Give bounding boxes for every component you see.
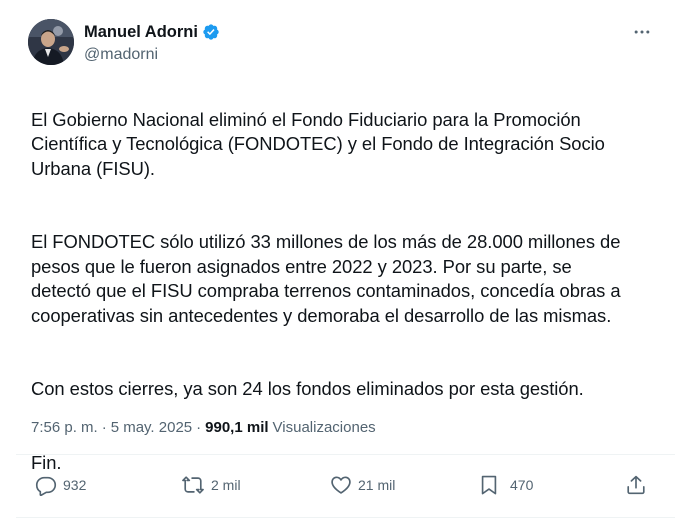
bookmark-count: 470: [510, 477, 534, 493]
tweet-date[interactable]: 5 may. 2025: [111, 418, 192, 438]
tweet-paragraph: Con estos cierres, ya son 24 los fondos …: [31, 378, 584, 399]
views-count: 990,1 mil: [205, 419, 269, 436]
divider: [16, 454, 675, 455]
tweet-paragraph: El FONDOTEC sólo utilizó 33 millones de …: [31, 231, 621, 326]
more-button[interactable]: [628, 22, 656, 42]
like-button[interactable]: 21 mil: [330, 474, 395, 496]
verified-badge-icon: [202, 23, 220, 41]
views-label: Visualizaciones: [272, 419, 376, 436]
author-name[interactable]: Manuel Adorni: [84, 22, 198, 42]
tweet-meta: 7:56 p. m. · 5 may. 2025 · 990,1 mil Vis…: [31, 418, 376, 438]
meta-separator: ·: [101, 419, 107, 436]
reply-count: 932: [63, 477, 87, 493]
repost-count: 2 mil: [211, 477, 241, 493]
more-icon: [634, 30, 650, 34]
author-handle[interactable]: @madorni: [84, 45, 158, 65]
bookmark-button[interactable]: 470: [478, 474, 533, 496]
author-name-row[interactable]: Manuel Adorni: [84, 22, 220, 42]
tweet-paragraph: El Gobierno Nacional eliminó el Fondo Fi…: [31, 108, 605, 179]
reply-button[interactable]: 932: [35, 474, 86, 496]
heart-icon: [331, 476, 351, 494]
meta-separator: ·: [196, 419, 202, 436]
like-count: 21 mil: [358, 477, 396, 493]
tweet-time[interactable]: 7:56 p. m.: [31, 418, 98, 438]
bookmark-icon: [481, 475, 497, 495]
reply-icon: [35, 476, 57, 496]
repost-button[interactable]: 2 mil: [181, 474, 241, 496]
action-bar: 932 2 mil 21 mil 470: [0, 464, 691, 508]
share-button[interactable]: [625, 474, 647, 496]
share-icon: [627, 475, 645, 495]
repost-icon: [182, 476, 204, 494]
tweet-card: Manuel Adorni @madorni El Gobierno Nacio…: [0, 0, 691, 518]
avatar[interactable]: [28, 19, 74, 65]
